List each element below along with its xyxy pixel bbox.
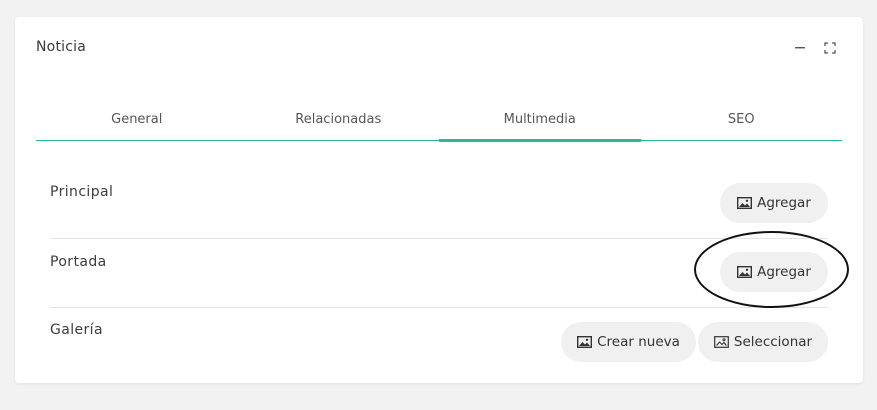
section-label-portada: Portada [50,254,107,270]
tab-multimedia[interactable]: Multimedia [439,105,641,142]
expand-icon[interactable] [823,41,837,55]
divider [50,238,828,239]
image-icon [737,266,753,278]
tab-bar: General Relacionadas Multimedia SEO [36,105,843,142]
principal-add-button[interactable]: Agregar [720,183,828,223]
tab-seo[interactable]: SEO [641,105,843,140]
card-title: Noticia [36,39,86,55]
portada-add-label: Agregar [757,264,811,280]
divider [50,307,828,308]
image-outline-icon [714,336,729,348]
image-icon [577,336,593,348]
galeria-select-label: Seleccionar [733,334,813,350]
tab-relacionadas[interactable]: Relacionadas [238,105,440,140]
galeria-select-button[interactable]: Seleccionar [698,322,828,362]
noticia-card: Noticia General Relacionadas Multimedia … [15,17,863,383]
image-icon [737,197,753,209]
tab-general[interactable]: General [36,105,238,140]
galeria-create-label: Crear nueva [597,334,680,350]
card-tools [793,41,837,55]
section-label-galeria: Galería [50,322,103,338]
section-label-principal: Principal [50,184,114,200]
principal-add-label: Agregar [757,195,811,211]
galeria-create-button[interactable]: Crear nueva [561,322,696,362]
minimize-icon[interactable] [793,41,807,55]
portada-add-button[interactable]: Agregar [720,252,828,292]
